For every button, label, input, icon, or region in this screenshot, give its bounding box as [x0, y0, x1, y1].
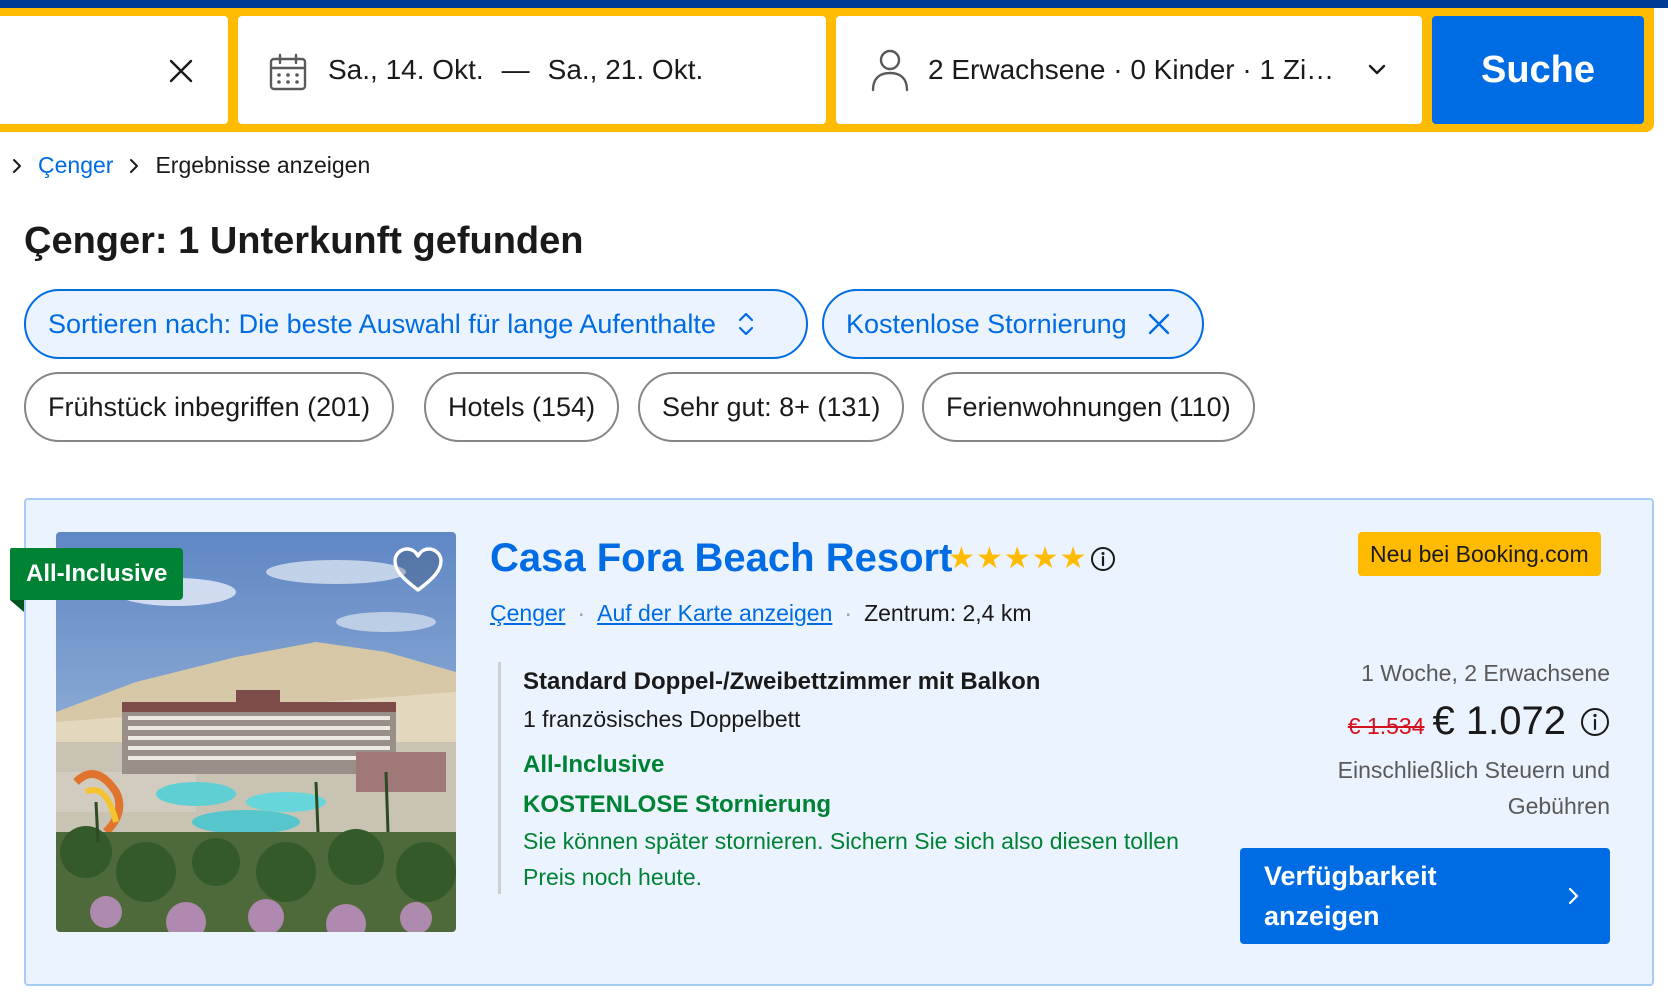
active-filter-free-cancellation[interactable]: Kostenlose Stornierung — [822, 289, 1204, 359]
chevron-right-icon — [1568, 887, 1579, 905]
checkout-date[interactable]: Sa., 21. Okt. — [548, 54, 704, 86]
new-on-booking-badge: Neu bei Booking.com — [1358, 532, 1601, 576]
current-price: € 1.072 — [1432, 699, 1566, 743]
room-details: Standard Doppel-/Zweibettzimmer mit Balk… — [498, 662, 1198, 894]
location-row: Çenger · Auf der Karte anzeigen · Zentru… — [490, 600, 1032, 627]
filter-chip-label: Frühstück inbegriffen (201) — [48, 391, 371, 422]
filter-chip-label: Sehr gut: 8+ (131) — [662, 391, 881, 422]
calendar-icon — [269, 53, 307, 91]
close-icon[interactable] — [1147, 312, 1171, 336]
breadcrumb: Çenger Ergebnisse anzeigen — [10, 152, 370, 179]
heart-icon[interactable] — [392, 546, 444, 594]
filter-chip-label: Hotels (154) — [448, 391, 596, 422]
tax-note: Einschließlich Steuern und Gebühren — [1337, 757, 1610, 819]
stay-info: 1 Woche, 2 Erwachsene — [1361, 660, 1610, 686]
close-icon[interactable] — [168, 58, 194, 84]
chevron-right-icon — [130, 158, 139, 173]
free-cancellation-label: KOSTENLOSE Stornierung — [523, 791, 832, 818]
show-availability-button[interactable]: Verfügbarkeit anzeigen — [1240, 848, 1610, 944]
location-separator: · — [577, 600, 586, 626]
breadcrumb-current: Ergebnisse anzeigen — [155, 152, 371, 178]
checkin-date[interactable]: Sa., 14. Okt. — [328, 54, 484, 86]
star-rating: ★★★★★ — [948, 542, 1088, 575]
sort-dropdown[interactable]: Sortieren nach: Die beste Auswahl für la… — [24, 289, 808, 359]
date-separator: — — [501, 54, 530, 85]
filter-chip-very-good[interactable]: Sehr gut: 8+ (131) — [638, 372, 905, 442]
guests-summary: 2 Erwachsene · 0 Kinder · 1 Zimmer — [928, 54, 1338, 85]
sort-arrows-icon — [738, 312, 754, 336]
show-availability-label: Verfügbarkeit anzeigen — [1264, 861, 1437, 931]
filter-chip-breakfast[interactable]: Frühstück inbegriffen (201) — [24, 372, 395, 442]
page-title: Çenger: 1 Unterkunft gefunden — [24, 220, 584, 262]
ribbon-fold — [10, 600, 24, 612]
distance-from-center: Zentrum: 2,4 km — [864, 600, 1032, 626]
hotel-name-link[interactable]: Casa Fora Beach Resort — [490, 536, 952, 581]
guests-field[interactable]: 2 Erwachsene · 0 Kinder · 1 Zimmer — [836, 16, 1422, 124]
sort-label: Sortieren nach: Die beste Auswahl für la… — [48, 308, 716, 339]
top-header-strip — [0, 0, 1668, 8]
filter-chip-apartments[interactable]: Ferienwohnungen (110) — [922, 372, 1255, 442]
location-separator: · — [844, 600, 853, 626]
person-icon — [871, 49, 909, 92]
info-icon[interactable] — [1090, 546, 1116, 572]
filter-chip-hotels[interactable]: Hotels (154) — [424, 372, 620, 442]
meal-plan: All-Inclusive — [523, 751, 665, 778]
info-icon[interactable] — [1580, 707, 1610, 737]
chevron-down-icon[interactable] — [1366, 62, 1388, 78]
destination-field[interactable] — [0, 16, 228, 124]
filter-chip-label: Ferienwohnungen (110) — [946, 391, 1231, 422]
date-picker-field[interactable]: Sa., 14. Okt. — Sa., 21. Okt. — [238, 16, 826, 124]
original-price: € 1.534 — [1347, 713, 1425, 739]
chevron-right-icon — [13, 158, 21, 173]
price-block: 1 Woche, 2 Erwachsene € 1.534 € 1.072 Ei… — [1270, 660, 1610, 824]
breadcrumb-link-cenger[interactable]: Çenger — [38, 152, 113, 179]
active-filter-label: Kostenlose Stornierung — [846, 308, 1127, 339]
search-button[interactable]: Suche — [1432, 16, 1644, 124]
location-link[interactable]: Çenger — [490, 600, 565, 627]
bed-type: 1 französisches Doppelbett — [523, 706, 801, 732]
all-inclusive-ribbon: All-Inclusive — [10, 548, 184, 600]
search-bar: Sa., 14. Okt. — Sa., 21. Okt. 2 Erwachse… — [0, 8, 1654, 132]
cancellation-note: Sie können später stornieren. Sichern Si… — [523, 828, 1179, 890]
room-name: Standard Doppel-/Zweibettzimmer mit Balk… — [523, 668, 1041, 695]
show-on-map-link[interactable]: Auf der Karte anzeigen — [597, 600, 832, 627]
